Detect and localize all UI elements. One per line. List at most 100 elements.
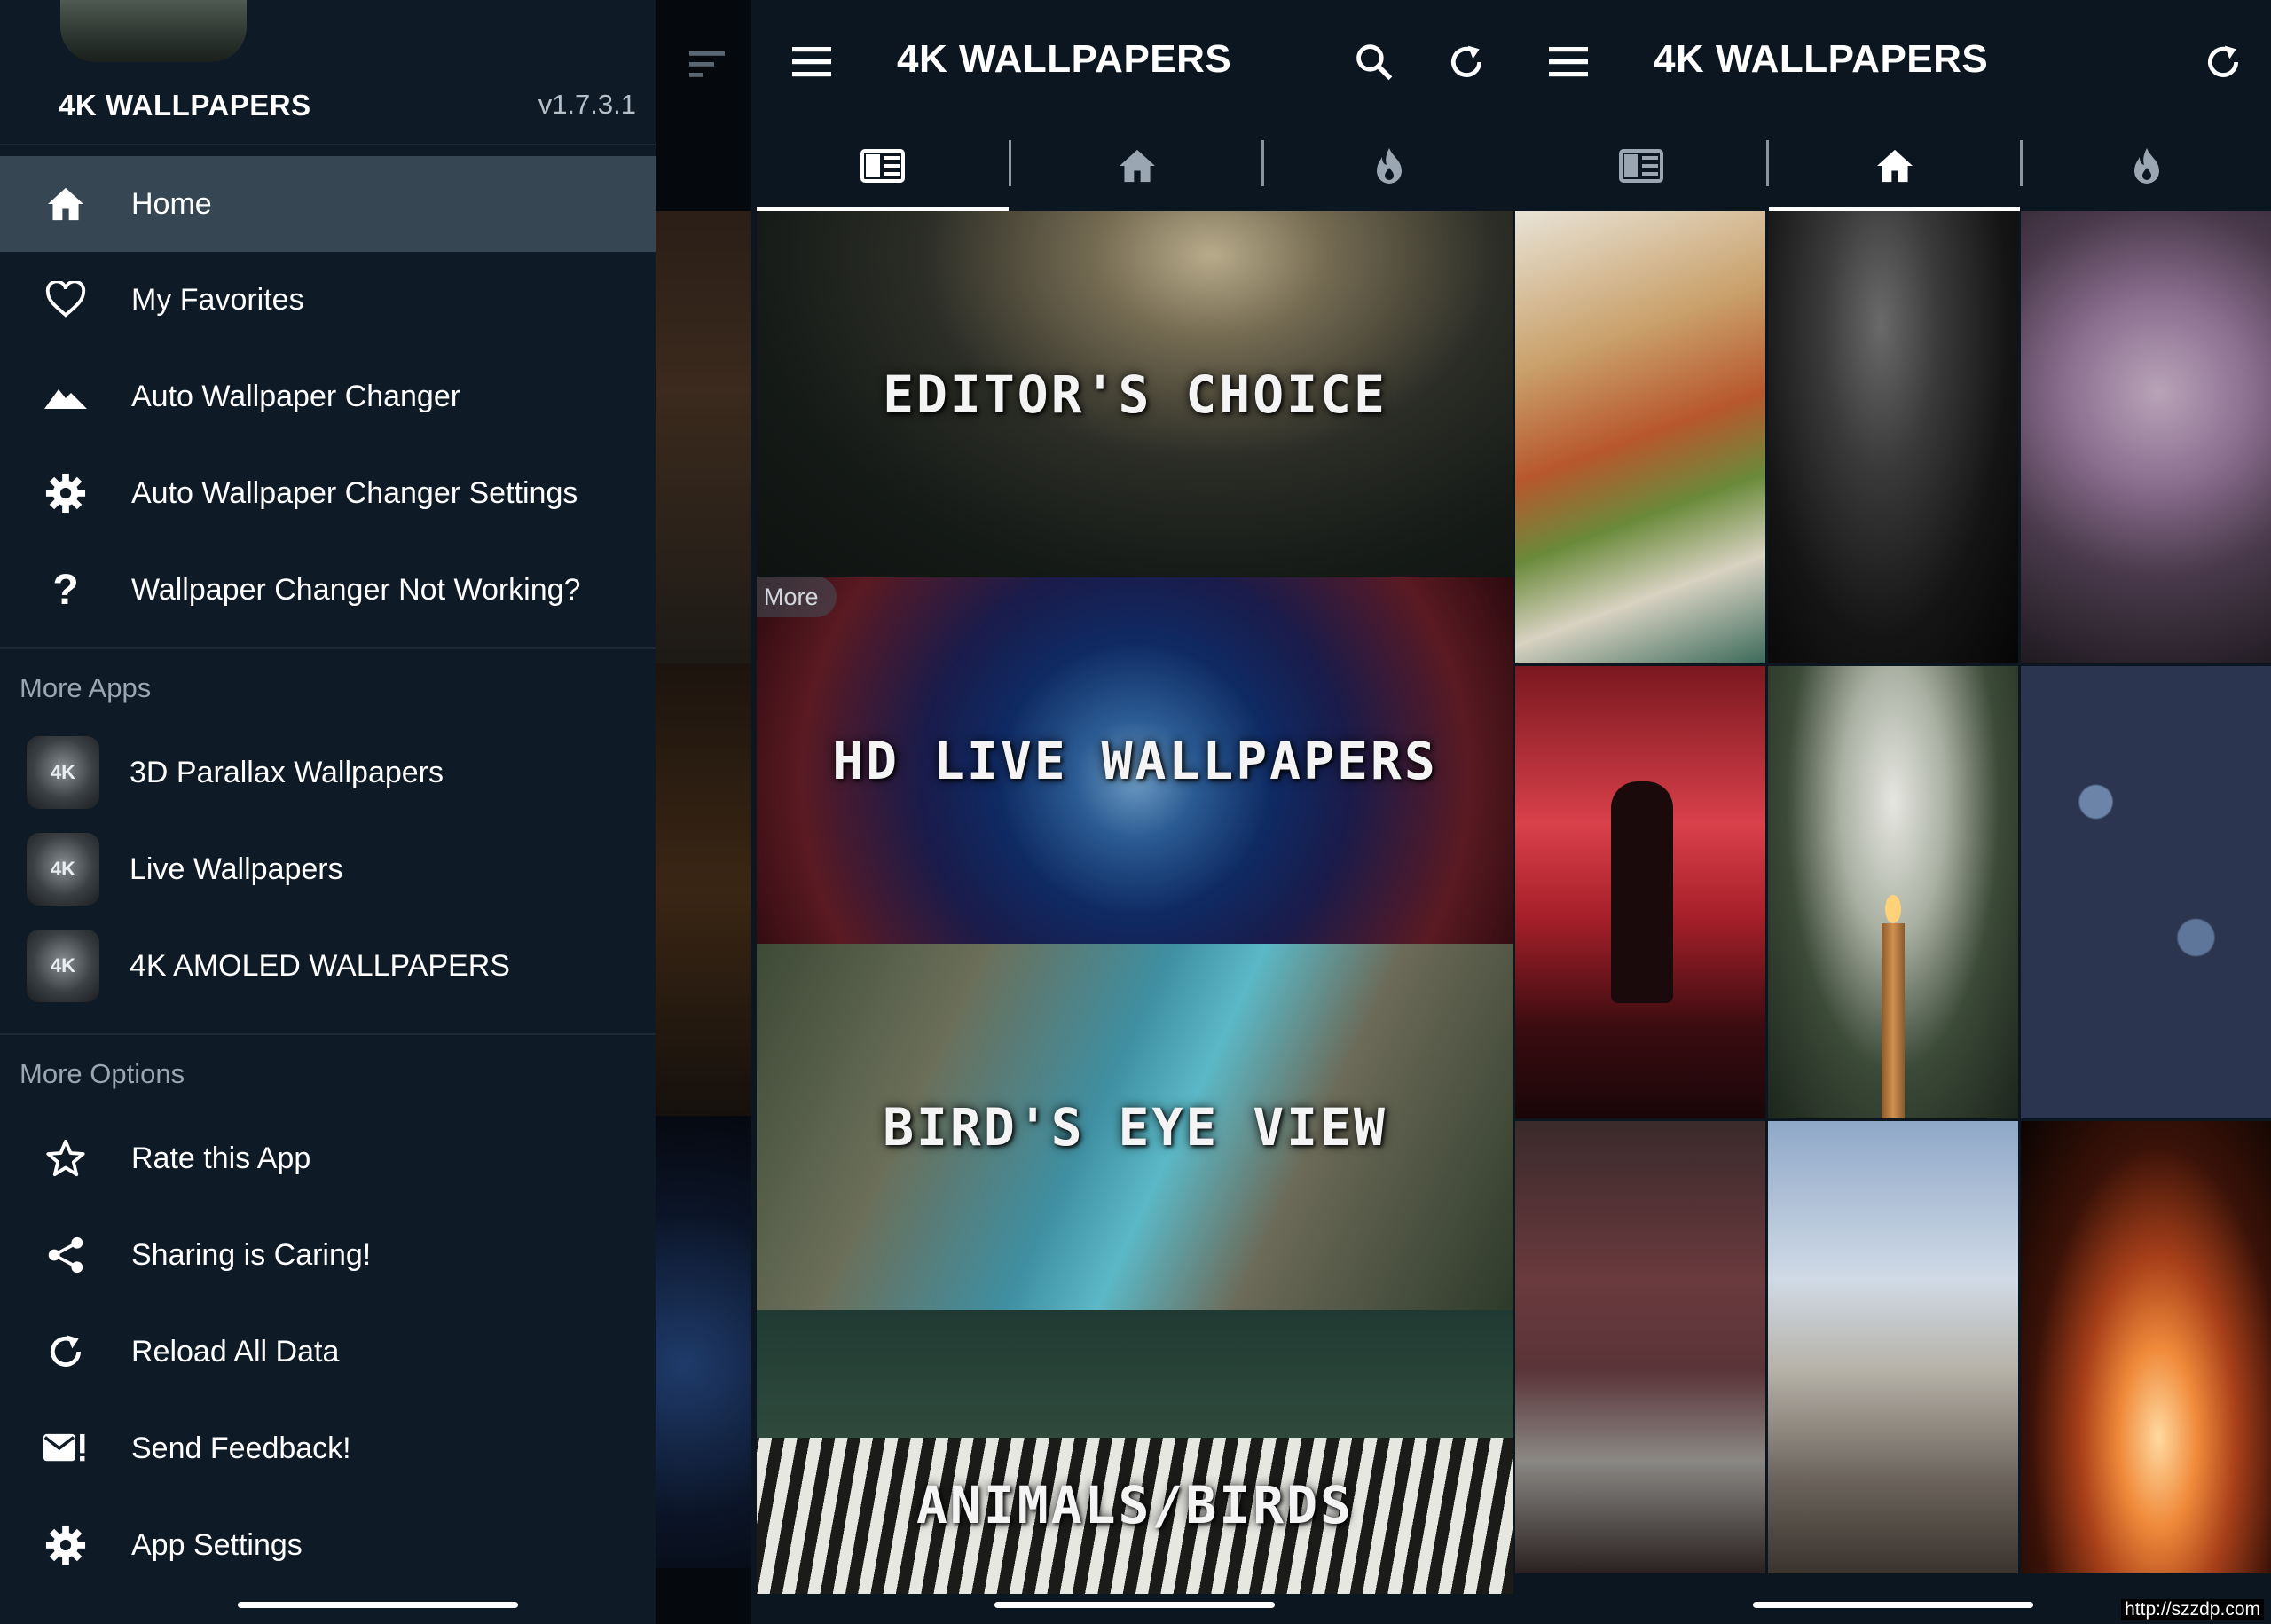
tab-home[interactable]	[1769, 124, 2020, 211]
more-apps-heading: More Apps	[20, 672, 152, 703]
question-icon: ?	[52, 566, 79, 614]
menu-item-changer-not-working[interactable]: ? Wallpaper Changer Not Working?	[0, 542, 656, 638]
silhouette-figure	[1611, 781, 1673, 1003]
mountain-icon	[34, 374, 98, 419]
home-grid-screen: 4K WALLPAPERS http://szzdp.com	[1515, 0, 2271, 1624]
divider	[0, 1033, 656, 1035]
option-label: Send Feedback!	[131, 1431, 351, 1465]
app-item-amoled-wallpapers[interactable]: 4K 4K AMOLED WALLPAPERS	[0, 918, 656, 1014]
refresh-icon[interactable]	[2202, 41, 2244, 83]
search-icon[interactable]	[1353, 41, 1395, 83]
menu-item-label: Auto Wallpaper Changer Settings	[131, 475, 578, 510]
home-icon	[34, 182, 98, 226]
heart-icon	[34, 278, 98, 322]
app-thumbnail: 4K	[27, 736, 99, 809]
navigation-drawer: 4K WALLPAPERS v1.7.3.1 Home My Favorites…	[0, 0, 656, 1624]
wallpaper-thumbnail-sunset-silhouette[interactable]	[1515, 666, 1765, 1118]
gear-icon	[34, 1523, 98, 1567]
star-icon	[34, 1136, 98, 1181]
category-label: ANIMALS/BIRDS	[916, 1475, 1354, 1535]
wallpaper-thumbnail-misty-hill[interactable]	[1768, 1121, 2018, 1573]
wallpaper-thumbnail-hot-dogs[interactable]	[1515, 211, 1765, 663]
fire-icon	[2131, 146, 2163, 190]
tab-trending[interactable]	[1264, 124, 1513, 211]
watermark: http://szzdp.com	[2121, 1599, 2264, 1620]
reload-icon	[34, 1330, 98, 1374]
categories-screen: 4K WALLPAPERS EDITOR'S CHOICE HD LIVE WA…	[757, 0, 1513, 1624]
mail-alert-icon	[34, 1426, 98, 1471]
option-label: Sharing is Caring!	[131, 1237, 372, 1272]
tab-trending[interactable]	[2023, 124, 2271, 211]
app-item-3d-parallax[interactable]: 4K 3D Parallax Wallpapers	[0, 725, 656, 820]
refresh-icon[interactable]	[1445, 41, 1488, 83]
category-label: BIRD'S EYE VIEW	[883, 1096, 1387, 1157]
wallpaper-thumbnail-hydrangea[interactable]	[2021, 211, 2271, 663]
category-label: EDITOR'S CHOICE	[883, 364, 1387, 425]
tab-home[interactable]	[1011, 124, 1262, 211]
gear-icon	[34, 471, 98, 515]
home-indicator[interactable]	[238, 1602, 518, 1608]
home-indicator[interactable]	[994, 1602, 1275, 1608]
menu-item-favorites[interactable]: My Favorites	[0, 252, 656, 348]
category-editors-choice[interactable]: EDITOR'S CHOICE	[757, 211, 1513, 577]
menu-item-label: My Favorites	[131, 282, 304, 317]
app-item-live-wallpapers[interactable]: 4K Live Wallpapers	[0, 821, 656, 917]
divider	[0, 647, 656, 649]
option-share[interactable]: Sharing is Caring!	[0, 1207, 656, 1303]
wallpaper-thumbnail-fire[interactable]	[2021, 1121, 2271, 1573]
drawer-header-image	[60, 0, 247, 62]
more-chip[interactable]: More	[757, 577, 837, 617]
app-bar: 4K WALLPAPERS	[1515, 0, 2271, 124]
app-bar: 4K WALLPAPERS	[757, 0, 1513, 124]
app-title: 4K WALLPAPERS	[897, 37, 1232, 81]
dimmed-background-content[interactable]	[656, 0, 751, 1624]
category-birds-eye-view[interactable]: BIRD'S EYE VIEW	[757, 944, 1513, 1310]
drawer-app-title: 4K WALLPAPERS	[59, 89, 311, 122]
app-thumbnail: 4K	[27, 930, 99, 1002]
app-version: v1.7.3.1	[538, 89, 636, 120]
fire-icon	[1373, 146, 1405, 190]
divider	[0, 144, 656, 145]
candle-flame	[1885, 895, 1901, 923]
app-item-label: 3D Parallax Wallpapers	[130, 755, 444, 789]
option-label: Rate this App	[131, 1141, 311, 1175]
category-hd-live-wallpapers[interactable]: HD LIVE WALLPAPERS	[757, 577, 1513, 944]
menu-item-label: Wallpaper Changer Not Working?	[131, 572, 581, 607]
menu-item-changer-settings[interactable]: Auto Wallpaper Changer Settings	[0, 445, 656, 541]
wallpaper-thumbnail-black-smoke[interactable]	[1768, 211, 2018, 663]
menu-item-label: Home	[131, 186, 212, 221]
wallpaper-thumbnail-candle[interactable]	[1768, 666, 2018, 1118]
home-indicator[interactable]	[1753, 1602, 2033, 1608]
menu-icon[interactable]	[1547, 41, 1590, 83]
candle-shape	[1882, 923, 1905, 1118]
tab-categories[interactable]	[757, 124, 1009, 211]
category-label: HD LIVE WALLPAPERS	[832, 730, 1438, 791]
home-icon	[1875, 148, 1914, 188]
share-icon	[34, 1233, 98, 1277]
tab-bar	[757, 124, 1513, 211]
option-rate-app[interactable]: Rate this App	[0, 1110, 656, 1206]
option-label: App Settings	[131, 1527, 303, 1562]
option-send-feedback[interactable]: Send Feedback!	[0, 1400, 656, 1496]
menu-icon[interactable]	[790, 41, 833, 83]
wallpaper-thumbnail-plums[interactable]	[2021, 666, 2271, 1118]
wallpaper-thumbnail-forest-road[interactable]	[1515, 1121, 1765, 1573]
categories-icon	[1618, 148, 1663, 187]
tab-bar	[1515, 124, 2271, 211]
menu-item-home[interactable]: Home	[0, 156, 656, 252]
option-app-settings[interactable]: App Settings	[0, 1497, 656, 1593]
option-label: Reload All Data	[131, 1334, 340, 1369]
categories-icon	[860, 148, 905, 187]
more-options-heading: More Options	[20, 1058, 185, 1089]
app-thumbnail: 4K	[27, 833, 99, 906]
tab-categories[interactable]	[1515, 124, 1766, 211]
category-animals-birds[interactable]: ANIMALS/BIRDS	[757, 1310, 1513, 1594]
option-reload-data[interactable]: Reload All Data	[0, 1304, 656, 1400]
zebra-scene-background	[757, 1310, 1513, 1438]
menu-item-label: Auto Wallpaper Changer	[131, 379, 461, 413]
app-item-label: Live Wallpapers	[130, 851, 343, 886]
home-icon	[1118, 148, 1157, 188]
drawer-screen: 4K WALLPAPERS v1.7.3.1 Home My Favorites…	[0, 0, 751, 1624]
app-title: 4K WALLPAPERS	[1654, 37, 1989, 81]
menu-item-auto-wallpaper-changer[interactable]: Auto Wallpaper Changer	[0, 349, 656, 444]
